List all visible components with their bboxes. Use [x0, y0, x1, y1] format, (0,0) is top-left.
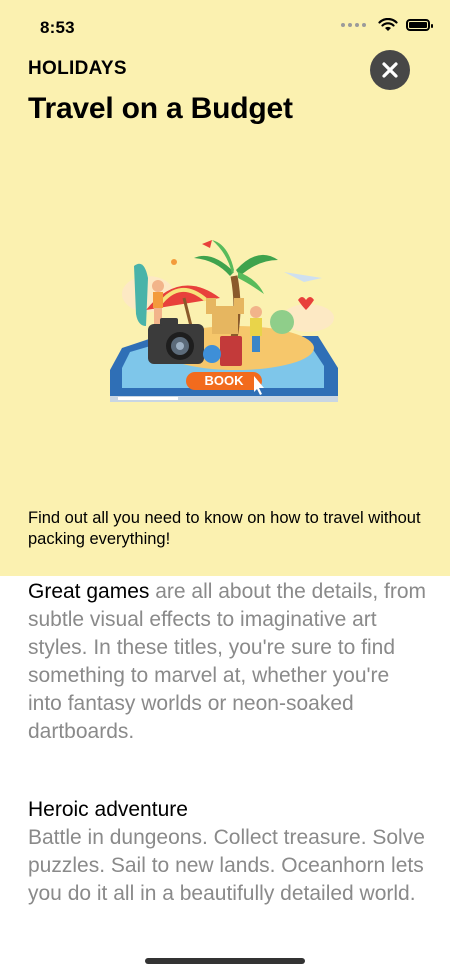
wifi-icon	[378, 18, 398, 31]
category-label: HOLIDAYS	[28, 58, 127, 79]
cellular-signal-icon	[341, 23, 366, 27]
battery-icon	[406, 19, 433, 31]
paragraph-text: are all about the details, from subtle v…	[28, 580, 427, 743]
home-indicator[interactable]	[145, 958, 305, 964]
close-icon	[382, 62, 398, 78]
article-paragraph: Great games are all about the details, f…	[28, 578, 428, 746]
travel-illustration: BOOK	[110, 240, 338, 402]
book-button-label: BOOK	[205, 373, 245, 388]
status-bar: 8:53	[0, 0, 450, 56]
section-heading: Heroic adventure	[28, 798, 188, 821]
paragraph-lead: Great games	[28, 580, 150, 603]
story-tagline: Find out all you need to know on how to …	[28, 509, 421, 548]
article-paragraph: Battle in dungeons. Collect treasure. So…	[28, 826, 425, 905]
status-time: 8:53	[40, 18, 75, 37]
status-icons	[341, 18, 433, 32]
close-button[interactable]	[370, 50, 410, 90]
page-title: Travel on a Budget	[28, 92, 293, 125]
